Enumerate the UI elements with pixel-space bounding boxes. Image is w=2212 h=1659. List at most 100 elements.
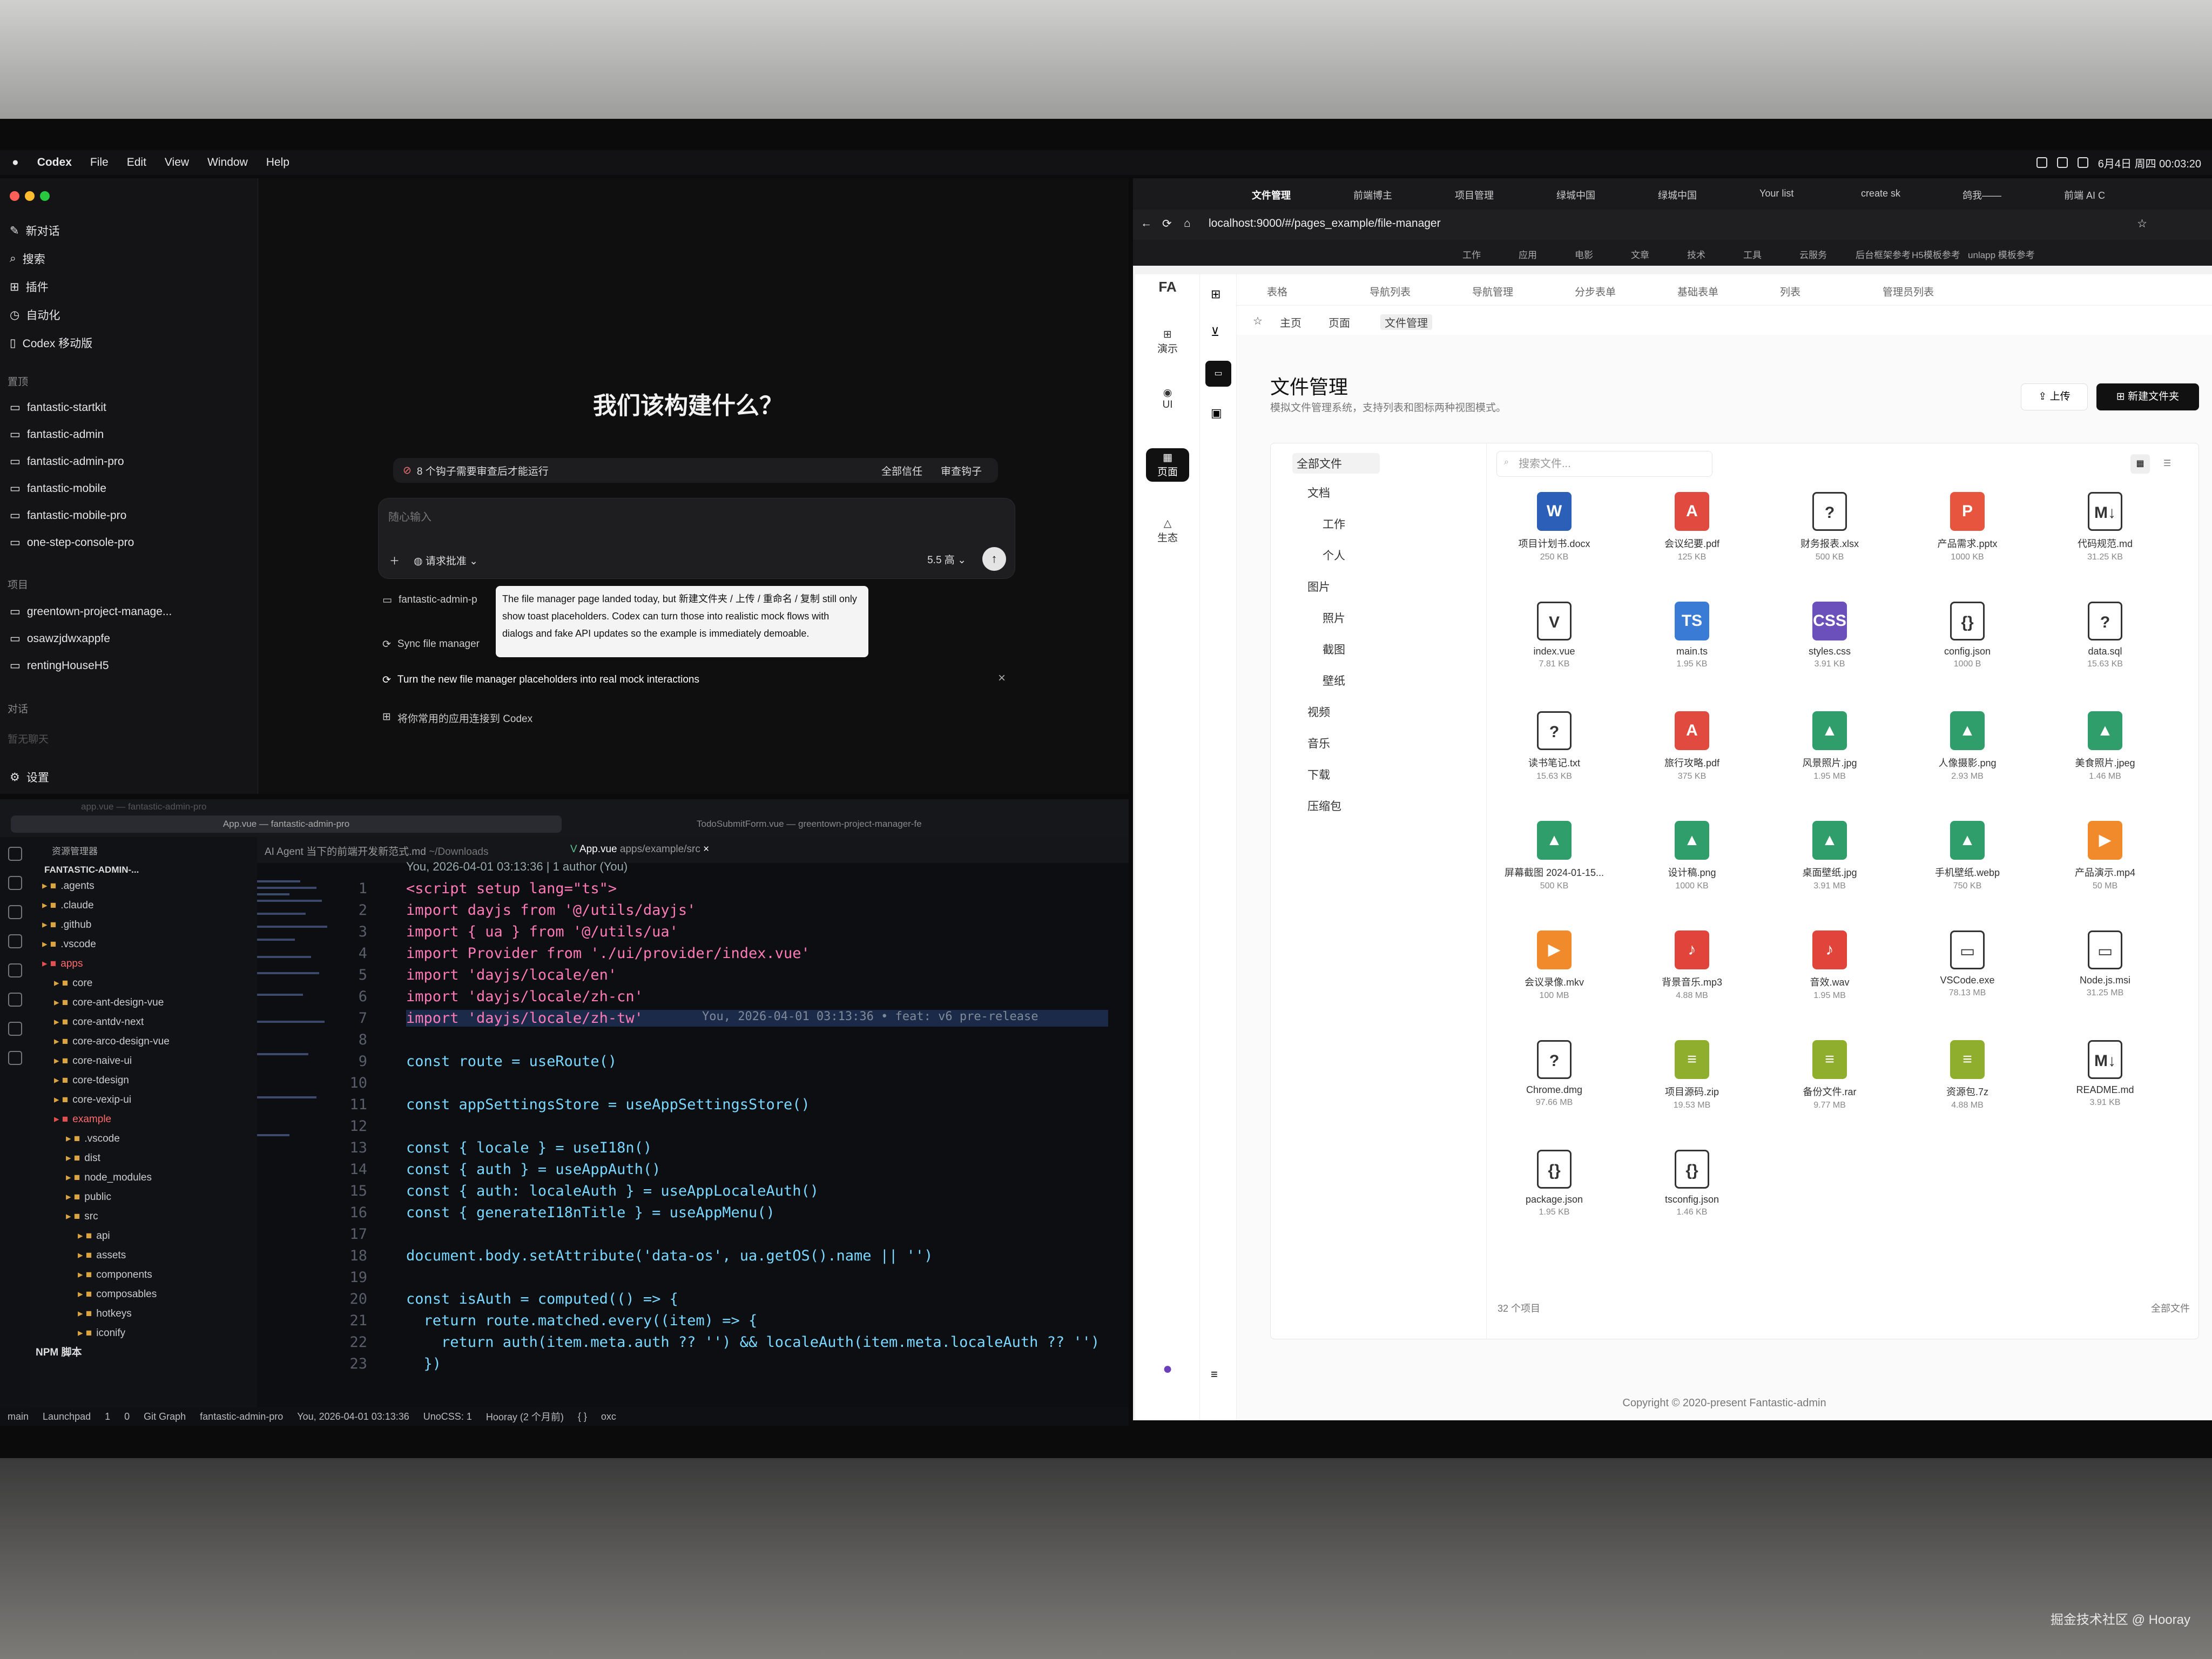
editor-tab-active[interactable]: V App.vue apps/example/src × [570, 844, 709, 855]
file-item[interactable]: ▭ Node.js.msi 31.25 MB [2043, 930, 2167, 998]
github-icon[interactable] [8, 1022, 22, 1036]
file-item[interactable]: ? 财务报表.xlsx 500 KB [1768, 492, 1892, 562]
file-search-input[interactable]: 搜索文件... [1496, 451, 1712, 477]
bookmark-star-icon[interactable]: ☆ [2137, 217, 2147, 231]
collapse-icon[interactable]: ≡ [1211, 1367, 1218, 1381]
tree-item[interactable]: ▸ ■ assets [30, 1246, 257, 1265]
prompt-input[interactable]: 随心输入 [388, 508, 431, 524]
menu-help[interactable]: Help [266, 156, 289, 169]
project-item[interactable]: ▭ fantastic-mobile [10, 482, 106, 495]
source-control-icon[interactable] [8, 905, 22, 919]
add-attachment-button[interactable]: ＋ [389, 553, 400, 568]
code-line[interactable]: const { auth: localeAuth } = useAppLocal… [406, 1183, 819, 1199]
tree-item[interactable]: ▸ ■ node_modules [30, 1168, 257, 1188]
prompt-composer[interactable]: 随心输入 ＋ ◍ 请求批准 ⌄ 5.5 高 ⌄ ↑ [378, 498, 1015, 579]
bookmark-item[interactable]: 电影 [1575, 247, 1593, 261]
menu-window[interactable]: Window [207, 156, 248, 169]
file-item[interactable]: ? Chrome.dmg 97.66 MB [1492, 1040, 1616, 1108]
suggestion-item[interactable]: ⊞ 将你常用的应用连接到 Codex [382, 711, 532, 725]
bookmark-item[interactable]: H5模板参考 [1912, 247, 1960, 261]
file-item[interactable]: A 旅行攻略.pdf 375 KB [1630, 711, 1754, 781]
file-item[interactable]: M↓ 代码规范.md 31.25 KB [2043, 492, 2167, 562]
code-line[interactable]: import dayjs from '@/utils/dayjs' [406, 902, 696, 919]
project-item[interactable]: ▭ greentown-project-manage... [10, 605, 172, 618]
breadcrumb-item[interactable]: 主页 [1280, 314, 1301, 330]
browser-tab[interactable]: 前端博主 [1353, 188, 1445, 202]
browser-tab[interactable]: 前端 AI C [2064, 188, 2156, 202]
avatar[interactable]: ● [1146, 1360, 1189, 1378]
model-selector[interactable]: 5.5 高 ⌄ [927, 552, 966, 567]
rail-item-pages[interactable]: ▦ 页面 [1146, 448, 1189, 482]
close-tab-icon[interactable]: × [703, 844, 709, 855]
folder-tree-item[interactable]: 壁纸 [1323, 672, 1345, 689]
file-item[interactable]: P 产品需求.pptx 1000 KB [1905, 492, 2029, 562]
status-item[interactable]: UnoCSS: 1 [423, 1411, 472, 1422]
review-hooks-button[interactable]: 审查钩子 [941, 463, 982, 478]
bookmark-item[interactable]: 技术 [1687, 247, 1705, 261]
tree-item[interactable]: ▸ ■ example [30, 1110, 257, 1129]
code-line[interactable]: document.body.setAttribute('data-os', ua… [406, 1247, 933, 1264]
folder-tree-item[interactable]: 照片 [1323, 610, 1345, 626]
rail-item-demo[interactable]: ⊞ 演示 [1146, 328, 1189, 355]
tree-item[interactable]: ▸ ■ iconify [30, 1324, 257, 1343]
tree-item[interactable]: ▸ ■ core-vexip-ui [30, 1090, 257, 1110]
folder-tree-item[interactable]: 压缩包 [1307, 798, 1341, 814]
star-icon[interactable]: ☆ [1253, 314, 1263, 328]
bookmark-item[interactable]: 后台框架参考 [1856, 247, 1911, 261]
bookmark-item[interactable]: 应用 [1519, 247, 1537, 261]
tree-item[interactable]: ▸ ■ core-ant-design-vue [30, 993, 257, 1013]
apps-icon[interactable]: ⊞ [1211, 287, 1220, 301]
project-item[interactable]: ▭ fantastic-startkit [10, 401, 106, 414]
code-line[interactable]: const appSettingsStore = useAppSettingsS… [406, 1096, 810, 1113]
code-line[interactable]: const route = useRoute() [406, 1053, 617, 1070]
search-icon[interactable] [8, 876, 22, 890]
menu-view[interactable]: View [165, 156, 189, 169]
apple-icon[interactable]: ● [12, 156, 19, 169]
tree-item[interactable]: ▸ ■ .agents [30, 876, 257, 896]
tree-item[interactable]: ▸ ■ .vscode [30, 1129, 257, 1149]
code-line[interactable]: <script setup lang="ts"> [406, 880, 617, 897]
app-tab[interactable]: 导航列表 [1370, 284, 1411, 299]
file-item[interactable]: ≡ 备份文件.rar 9.77 MB [1768, 1040, 1892, 1110]
clock[interactable]: 6月4日 周四 00:03:20 [2098, 155, 2201, 171]
suggestion-item[interactable]: ⟳ Turn the new file manager placeholders … [382, 674, 699, 686]
project-item[interactable]: ▭ rentingHouseH5 [10, 659, 109, 672]
status-item[interactable]: 1 [105, 1411, 110, 1422]
upload-button[interactable]: ⇪ 上传 [2021, 383, 2088, 410]
bookmark-item[interactable]: 工具 [1743, 247, 1762, 261]
app-tab[interactable]: 管理员列表 [1883, 284, 1934, 299]
file-item[interactable]: ▲ 人像摄影.png 2.93 MB [1905, 711, 2029, 781]
project-item[interactable]: ▭ fantastic-admin [10, 428, 104, 441]
code-line[interactable]: const { auth } = useAppAuth() [406, 1161, 660, 1178]
file-item[interactable]: Vindex.vue 7.81 KB [1492, 602, 1616, 669]
menu-edit[interactable]: Edit [127, 156, 146, 169]
file-item[interactable]: ▭ VSCode.exe 78.13 MB [1905, 930, 2029, 998]
file-item[interactable]: ▲ 桌面壁纸.jpg 3.91 MB [1768, 821, 1892, 891]
status-item[interactable]: Git Graph [144, 1411, 186, 1422]
list-view-toggle[interactable]: ☰ [2157, 454, 2177, 474]
send-button[interactable]: ↑ [982, 547, 1006, 571]
tree-item[interactable]: ▸ ■ api [30, 1226, 257, 1246]
tree-item[interactable]: ▸ ■ core [30, 974, 257, 993]
extensions-icon[interactable] [8, 934, 22, 948]
browser-tab[interactable]: Your list [1759, 188, 1851, 199]
tree-item[interactable]: ▸ ■ dist [30, 1149, 257, 1168]
file-item[interactable]: A 会议纪要.pdf 125 KB [1630, 492, 1754, 562]
file-item[interactable]: M↓ README.md 3.91 KB [2043, 1040, 2167, 1108]
rail-item-ecosystem[interactable]: △ 生态 [1146, 517, 1189, 544]
tree-item[interactable]: ▸ ■ .github [30, 915, 257, 935]
app-tab[interactable]: 分步表单 [1575, 284, 1616, 299]
tree-item[interactable]: ▸ ■ .claude [30, 896, 257, 915]
file-item[interactable]: ▲ 风景照片.jpg 1.95 MB [1768, 711, 1892, 781]
bookmark-item[interactable]: 工作 [1462, 247, 1481, 261]
tree-item[interactable]: ▸ ■ core-tdesign [30, 1071, 257, 1090]
tree-item[interactable]: ▸ ■ src [30, 1207, 257, 1226]
file-item[interactable]: CSS styles.css 3.91 KB [1768, 602, 1892, 669]
tree-item[interactable]: ▸ ■ apps [30, 954, 257, 974]
file-item[interactable]: ▶ 会议录像.mkv 100 MB [1492, 930, 1616, 1001]
window-tab-active[interactable]: App.vue — fantastic-admin-pro [11, 815, 562, 833]
file-item[interactable]: W 项目计划书.docx 250 KB [1492, 492, 1616, 562]
file-item[interactable]: ▲ 屏幕截图 2024-01-15... 500 KB [1492, 821, 1616, 891]
file-item[interactable]: ▲ 设计稿.png 1000 KB [1630, 821, 1754, 891]
status-item[interactable]: fantastic-admin-pro [200, 1411, 283, 1422]
